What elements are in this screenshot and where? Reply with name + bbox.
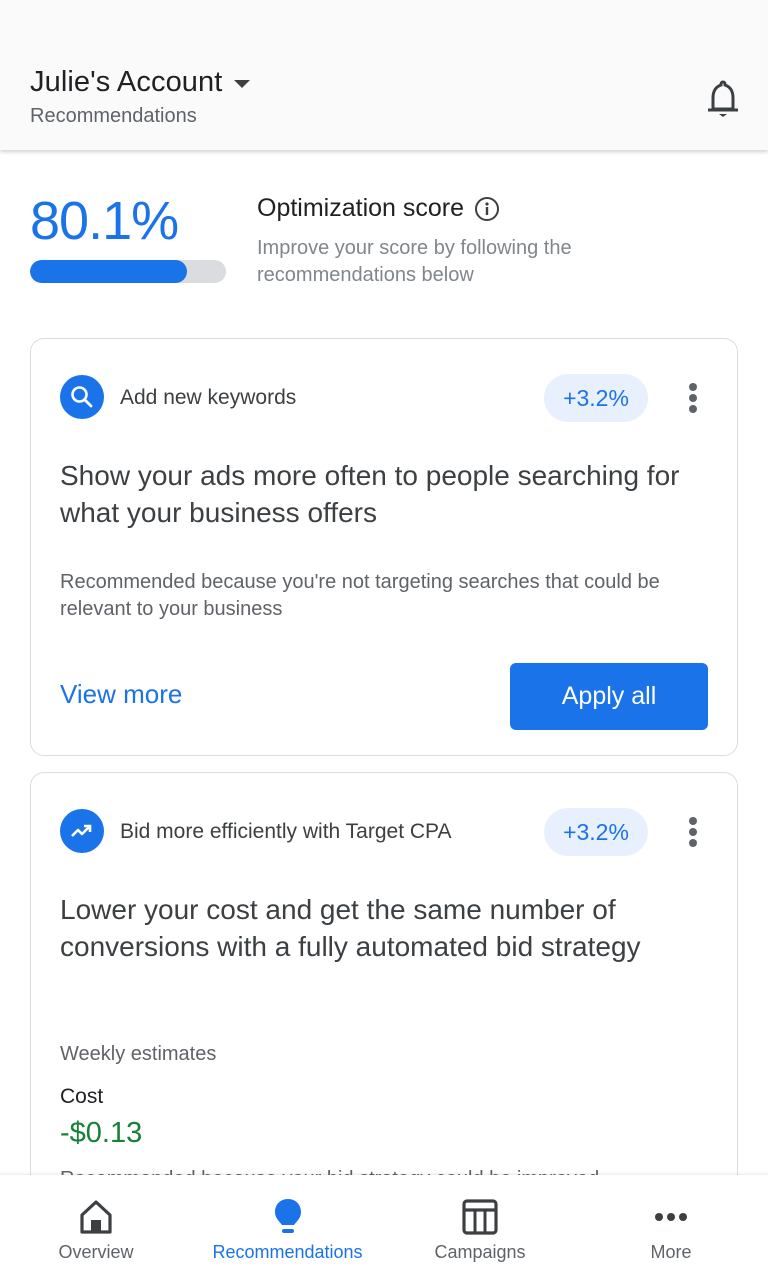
nav-item-more[interactable]: More <box>632 1175 710 1280</box>
recommendation-title: Lower your cost and get the same number … <box>60 894 641 962</box>
table-icon <box>460 1197 500 1237</box>
card-header: Add new keywords +3.2% <box>60 374 710 422</box>
more-vert-icon[interactable] <box>682 814 704 850</box>
page-subtitle: Recommendations <box>30 105 197 127</box>
account-name: Julie's Account <box>30 66 223 98</box>
info-icon[interactable] <box>474 196 500 222</box>
recommendation-card-keywords: Add new keywords +3.2% Show your ads mor… <box>30 338 738 756</box>
optimization-score-description: Improve your score by following the reco… <box>257 237 572 286</box>
nav-item-campaigns[interactable]: Campaigns <box>428 1175 532 1280</box>
trending-up-icon <box>60 809 104 853</box>
score-uplift-badge: +3.2% <box>544 808 648 856</box>
cost-label: Cost <box>60 1085 104 1108</box>
apply-all-button[interactable]: Apply all <box>510 663 708 730</box>
view-more-link[interactable]: View more <box>60 679 182 710</box>
app-header: Julie's Account Recommendations <box>0 0 768 150</box>
caret-down-icon <box>234 79 251 88</box>
recommendation-title: Show your ads more often to people searc… <box>60 460 680 528</box>
bell-icon[interactable] <box>703 76 743 120</box>
recommendation-type-label: Add new keywords <box>120 386 297 409</box>
nav-item-recommendations[interactable]: Recommendations <box>205 1175 370 1280</box>
nav-label: Campaigns <box>434 1242 526 1262</box>
app-root: Julie's Account Recommendations 80.1% Op… <box>0 0 768 1280</box>
recommendation-reason: Recommended because you're not targeting… <box>60 571 660 620</box>
home-icon <box>76 1197 116 1237</box>
optimization-score-title: Optimization score <box>257 194 465 222</box>
more-horiz-icon <box>651 1197 691 1237</box>
nav-label: Overview <box>58 1242 134 1262</box>
bottom-navigation: Overview Recommendations Campaigns More <box>0 1175 768 1280</box>
account-selector[interactable]: Julie's Account <box>30 66 251 99</box>
lightbulb-icon <box>268 1197 308 1237</box>
optimization-score-header: Optimization score <box>257 194 500 223</box>
card-header: Bid more efficiently with Target CPA +3.… <box>60 808 710 856</box>
optimization-score-fill <box>30 260 187 283</box>
optimization-score-bar <box>30 260 226 283</box>
recommendation-type-label: Bid more efficiently with Target CPA <box>120 820 452 843</box>
nav-item-overview[interactable]: Overview <box>55 1175 137 1280</box>
cost-value: -$0.13 <box>60 1117 143 1149</box>
search-icon <box>60 375 104 419</box>
optimization-score-value: 80.1% <box>30 191 179 251</box>
more-vert-icon[interactable] <box>682 380 704 416</box>
nav-label: More <box>650 1242 692 1262</box>
weekly-estimates-label: Weekly estimates <box>60 1043 217 1065</box>
score-uplift-badge: +3.2% <box>544 374 648 422</box>
nav-label: Recommendations <box>212 1242 363 1262</box>
